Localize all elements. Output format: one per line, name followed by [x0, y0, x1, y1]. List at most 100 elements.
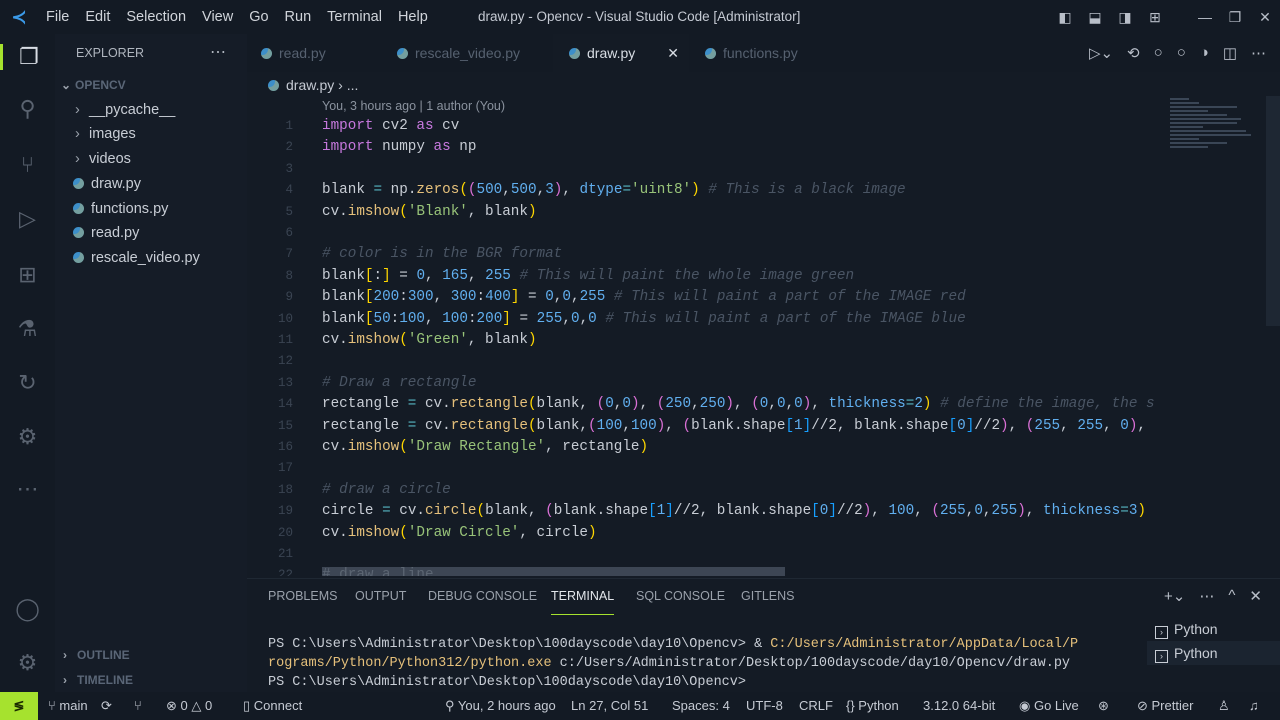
- menu-view[interactable]: View: [202, 9, 233, 25]
- tab-rescale-video[interactable]: rescale_video.py: [397, 34, 547, 72]
- run-debug-icon[interactable]: ▷: [0, 206, 55, 232]
- timeline-section[interactable]: › TIMELINE: [63, 673, 133, 687]
- panel-tab-output[interactable]: OUTPUT: [355, 589, 406, 615]
- menu-help[interactable]: Help: [398, 9, 428, 25]
- split-editor-icon[interactable]: ◫: [1223, 44, 1237, 62]
- notifications-bell-icon[interactable]: ♫: [1249, 698, 1259, 713]
- code-line[interactable]: # Draw a rectangle: [322, 375, 476, 391]
- code-line[interactable]: blank[:] = 0, 165, 255 # This will paint…: [322, 268, 854, 284]
- code-line[interactable]: # draw a line: [322, 567, 786, 576]
- panel-tab-problems[interactable]: PROBLEMS: [268, 589, 337, 615]
- code-line[interactable]: cv.imshow('Blank', blank): [322, 204, 537, 220]
- close-tab-icon[interactable]: ✕: [667, 45, 679, 61]
- gitlens-icon[interactable]: ↻: [0, 370, 55, 396]
- search-icon[interactable]: ⚲: [0, 96, 55, 122]
- terminal-instance-active[interactable]: › Python: [1147, 641, 1280, 665]
- close-panel-icon[interactable]: ✕: [1249, 587, 1262, 605]
- code-line[interactable]: rectangle = cv.rectangle(blank, (0,0), (…: [322, 396, 1155, 412]
- problems-indicator[interactable]: ⊗ 0 △ 0: [166, 698, 212, 714]
- code-line[interactable]: # color is in the BGR format: [322, 246, 562, 262]
- code-line[interactable]: # draw a circle: [322, 482, 451, 498]
- source-control-icon[interactable]: ⑂: [0, 152, 55, 178]
- panel-tab-gitlens[interactable]: GITLENS: [741, 589, 795, 615]
- minimap[interactable]: [1170, 96, 1265, 166]
- codelens-blame[interactable]: You, 3 hours ago | 1 author (You): [322, 99, 505, 113]
- close-window-button[interactable]: ✕: [1250, 9, 1280, 26]
- editor-scrollbar[interactable]: [1266, 96, 1280, 326]
- terminal-instance[interactable]: › Python: [1147, 617, 1280, 641]
- explorer-icon[interactable]: ❐: [0, 44, 55, 70]
- restore-button[interactable]: ❐: [1220, 9, 1250, 26]
- run-python-file-icon[interactable]: ▷⌄: [1089, 44, 1113, 62]
- toggle-panel-icon[interactable]: ⬓: [1080, 9, 1110, 26]
- menu-terminal[interactable]: Terminal: [327, 9, 382, 25]
- more-actions-icon[interactable]: ⋯: [210, 42, 226, 62]
- go-live-button[interactable]: ◉ Go Live: [1019, 698, 1079, 714]
- indentation[interactable]: Spaces: 4: [672, 698, 730, 713]
- encoding[interactable]: UTF-8: [746, 698, 783, 713]
- code-line[interactable]: cv.imshow('Draw Circle', circle): [322, 525, 597, 541]
- feedback-icon[interactable]: ♙: [1218, 698, 1230, 714]
- outline-section[interactable]: › OUTLINE: [63, 648, 130, 662]
- sync-icon[interactable]: ⟳: [101, 698, 112, 714]
- open-changes-icon[interactable]: ⟲: [1127, 44, 1140, 62]
- extensions-icon[interactable]: ⊞: [0, 262, 55, 288]
- panel-tab-terminal[interactable]: TERMINAL: [551, 589, 615, 615]
- line-ending[interactable]: CRLF: [799, 698, 833, 713]
- minimize-button[interactable]: —: [1190, 9, 1220, 25]
- next-change-icon[interactable]: ○: [1177, 44, 1186, 62]
- previous-change-icon[interactable]: ○: [1154, 44, 1163, 62]
- blame-status[interactable]: ⚲ You, 2 hours ago: [445, 698, 556, 714]
- tree-folder-pycache[interactable]: › __pycache__: [75, 99, 175, 121]
- language-mode[interactable]: {} Python: [846, 698, 899, 713]
- maximize-panel-icon[interactable]: ^: [1228, 587, 1235, 605]
- menu-file[interactable]: File: [46, 9, 69, 25]
- tree-folder-videos[interactable]: › videos: [75, 148, 131, 170]
- menu-go[interactable]: Go: [249, 9, 268, 25]
- cursor-position[interactable]: Ln 27, Col 51: [571, 698, 648, 713]
- code-line[interactable]: blank = np.zeros((500,500,3), dtype='uin…: [322, 182, 906, 198]
- menu-selection[interactable]: Selection: [126, 9, 186, 25]
- toggle-secondary-sidebar-icon[interactable]: ◨: [1110, 9, 1140, 26]
- tree-file-functions[interactable]: functions.py: [73, 198, 168, 220]
- remote-explorer-icon[interactable]: ⚙: [0, 424, 55, 450]
- testing-icon[interactable]: ⚗: [0, 316, 55, 342]
- prettier-button[interactable]: ⊘ Prettier: [1137, 698, 1193, 714]
- breadcrumb-file[interactable]: draw.py: [286, 77, 334, 93]
- folder-root[interactable]: ⌄ OPENCV: [61, 78, 126, 92]
- tree-folder-images[interactable]: › images: [75, 123, 136, 145]
- remote-indicator-icon[interactable]: ≶: [0, 692, 38, 720]
- customize-layout-icon[interactable]: ⊞: [1140, 9, 1170, 26]
- panel-tab-debug-console[interactable]: DEBUG CONSOLE: [428, 589, 537, 615]
- breadcrumb-symbol[interactable]: ...: [347, 77, 359, 93]
- more-actions-icon[interactable]: ⋯: [1251, 44, 1266, 62]
- code-line[interactable]: cv.imshow('Green', blank): [322, 332, 537, 348]
- branch-indicator[interactable]: ⑂ main: [48, 698, 88, 713]
- manage-gear-icon[interactable]: ⚙: [0, 650, 55, 676]
- tree-file-read[interactable]: read.py: [73, 222, 139, 244]
- copilot-icon[interactable]: ⊛: [1098, 698, 1109, 714]
- toggle-sidebar-icon[interactable]: ◧: [1050, 9, 1080, 26]
- code-line[interactable]: blank[50:100, 100:200] = 255,0,0 # This …: [322, 311, 966, 327]
- code-line[interactable]: circle = cv.circle(blank, (blank.shape[1…: [322, 503, 1146, 519]
- code-line[interactable]: cv.imshow('Draw Rectangle', rectangle): [322, 439, 648, 455]
- tree-file-rescale-video[interactable]: rescale_video.py: [73, 247, 200, 269]
- menu-edit[interactable]: Edit: [85, 9, 110, 25]
- tab-functions[interactable]: functions.py: [705, 34, 845, 72]
- python-interpreter[interactable]: 3.12.0 64-bit: [923, 698, 995, 713]
- new-terminal-icon[interactable]: +⌄: [1164, 587, 1185, 605]
- tree-file-draw[interactable]: draw.py: [73, 173, 141, 195]
- menu-run[interactable]: Run: [285, 9, 312, 25]
- gitlens-status-icon[interactable]: ⑂: [134, 698, 142, 713]
- gitlens-inspect-icon[interactable]: ◑: [1200, 44, 1209, 62]
- code-line[interactable]: import numpy as np: [322, 139, 476, 155]
- tab-read[interactable]: read.py: [261, 34, 391, 72]
- accounts-icon[interactable]: ◯: [0, 596, 55, 622]
- connect-button[interactable]: ▯ Connect: [243, 698, 302, 714]
- panel-tab-sql-console[interactable]: SQL CONSOLE: [636, 589, 725, 615]
- code-editor[interactable]: 1 import cv2 as cv 2 import numpy as np 3 4 bl…: [247, 114, 1167, 576]
- code-line[interactable]: blank[200:300, 300:400] = 0,0,255 # This…: [322, 289, 966, 305]
- tab-draw[interactable]: draw.py ✕: [553, 34, 689, 72]
- more-icon[interactable]: ⋯: [1199, 587, 1214, 605]
- code-line[interactable]: import cv2 as cv: [322, 118, 459, 134]
